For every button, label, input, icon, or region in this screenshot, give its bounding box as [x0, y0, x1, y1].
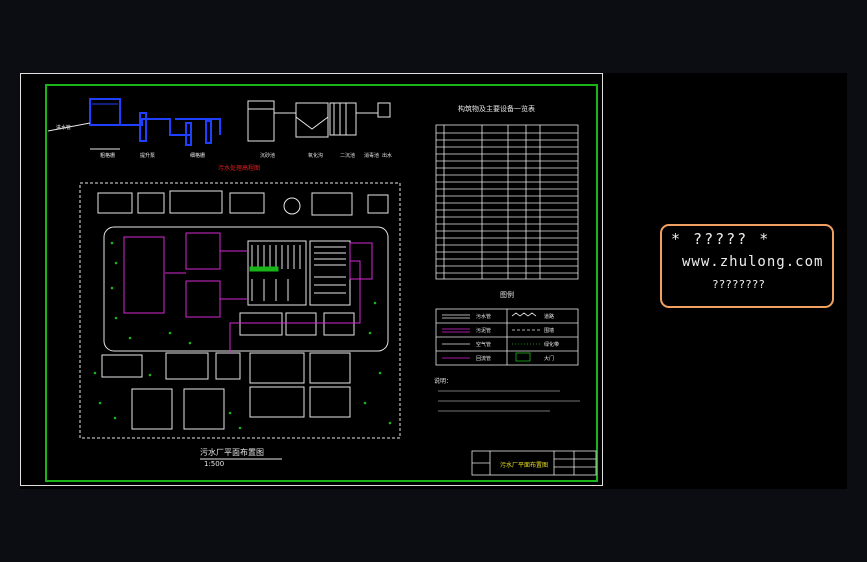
svg-text:消毒池: 消毒池	[364, 152, 379, 159]
legend-label-1: 污水管	[476, 313, 491, 320]
svg-text:提升泵: 提升泵	[140, 152, 155, 159]
legend-labels: 污水管 污泥管 空气管 回流管 道路 围墙 绿化带 大门	[476, 313, 559, 362]
drawing-content: 进水管粗格栅 提升泵 细格栅 沉砂池 氧化沟 二沉池 消毒池 出水 污水处理高程图	[47, 98, 597, 476]
legend-title: 图例	[500, 290, 514, 299]
legend-label-8: 大门	[544, 355, 554, 362]
legend-label-5: 道路	[544, 313, 554, 320]
process-profile	[47, 98, 391, 150]
watermark-line-3: ????????	[712, 278, 765, 291]
watermark-url: www.zhulong.com	[682, 254, 824, 270]
legend-table	[435, 308, 579, 366]
plan-scale: 1:500	[204, 460, 224, 468]
legend-label-6: 围墙	[544, 327, 554, 334]
plan-title: 污水厂平面布置图	[200, 447, 264, 457]
equipment-table-title: 构筑物及主要设备一览表	[458, 104, 535, 113]
title-block-text: 污水厂平面布置图	[500, 461, 548, 469]
zhulong-watermark-stamp: * ????? * www.zhulong.com ????????	[660, 224, 834, 308]
equipment-table	[435, 124, 579, 280]
svg-text:粗格栅: 粗格栅	[100, 152, 115, 159]
legend-label-2: 污泥管	[476, 327, 491, 334]
notes-lines	[438, 390, 580, 412]
watermark-line-1: * ????? *	[671, 230, 771, 248]
notes-heading: 说明：	[434, 377, 452, 385]
profile-title: 污水处理高程图	[218, 164, 260, 172]
site-plan	[79, 182, 401, 439]
svg-text:出水: 出水	[382, 152, 392, 159]
legend-label-4: 回流管	[476, 355, 491, 362]
svg-text:氧化沟: 氧化沟	[308, 152, 323, 159]
svg-text:进水管: 进水管	[56, 124, 71, 131]
svg-text:沉砂池: 沉砂池	[260, 152, 275, 159]
legend-label-7: 绿化带	[544, 341, 559, 348]
cad-viewport[interactable]: 进水管粗格栅 提升泵 细格栅 沉砂池 氧化沟 二沉池 消毒池 出水 污水处理高程图	[0, 0, 867, 562]
svg-text:二沉池: 二沉池	[340, 152, 355, 159]
legend-label-3: 空气管	[476, 341, 491, 348]
process-labels: 进水管粗格栅 提升泵 细格栅 沉砂池 氧化沟 二沉池 消毒池 出水	[56, 124, 392, 159]
svg-text:细格栅: 细格栅	[190, 152, 205, 159]
